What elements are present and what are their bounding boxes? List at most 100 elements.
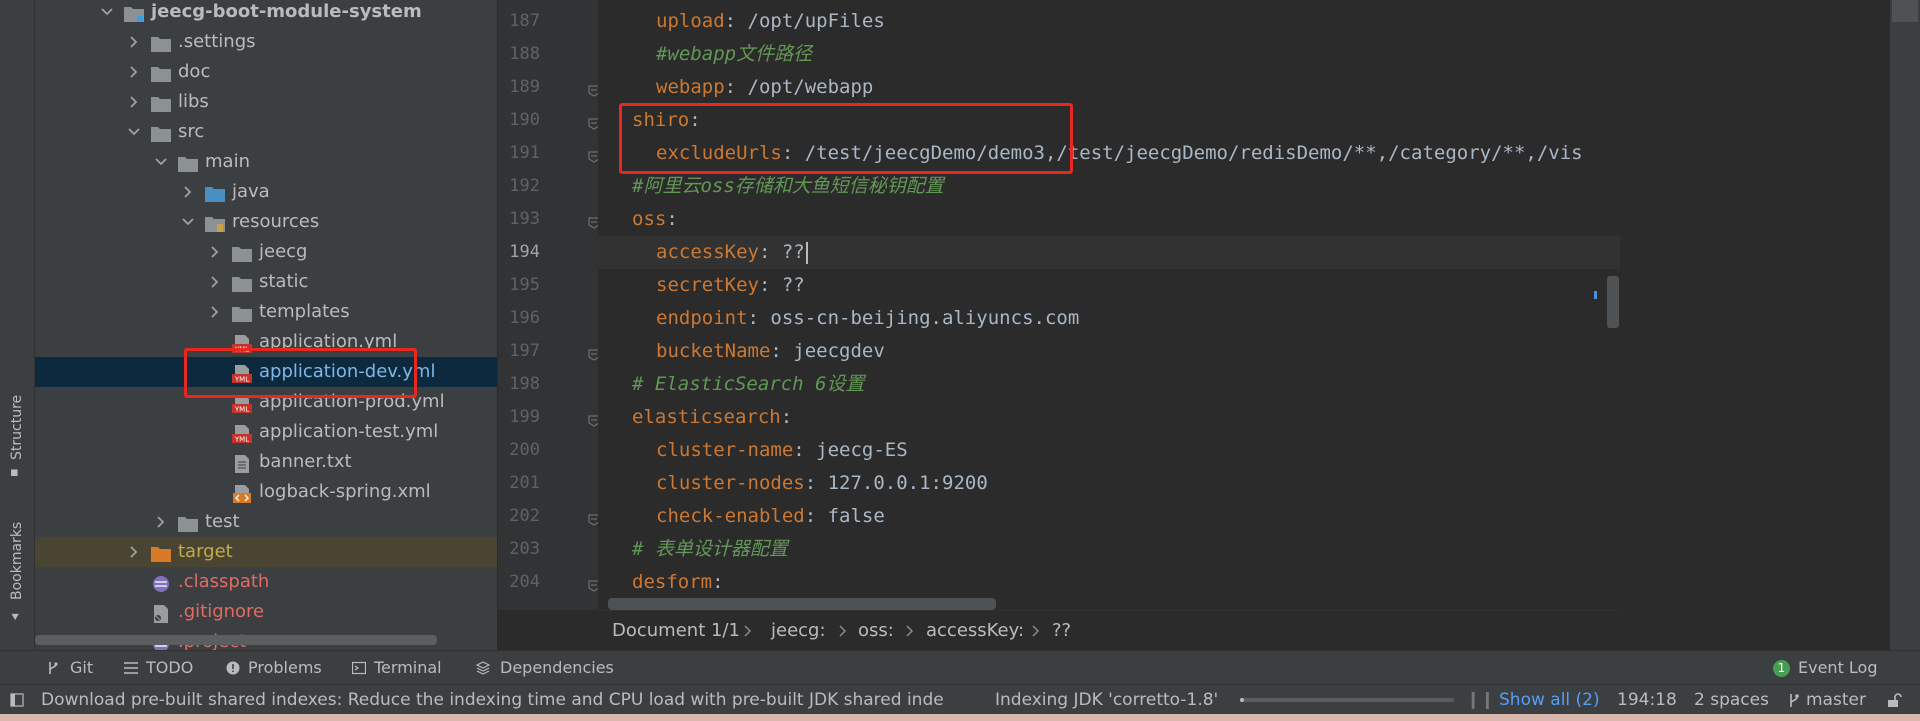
chevron-right-icon[interactable] xyxy=(208,297,222,327)
show-all-link[interactable]: Show all (2) xyxy=(1499,685,1600,715)
editor-change-marker xyxy=(1594,291,1597,299)
unlock-icon[interactable] xyxy=(1886,692,1902,708)
git-tab[interactable]: Git xyxy=(70,651,93,685)
chevron-down-icon[interactable] xyxy=(100,0,114,27)
chevron-right-icon[interactable] xyxy=(127,27,141,57)
yaml-colon: : xyxy=(724,76,737,98)
structure-icon[interactable]: ▪ xyxy=(10,466,24,480)
tree-item[interactable]: .gitignore xyxy=(35,597,497,627)
chevron-right-icon xyxy=(1032,625,1040,637)
tree-item[interactable]: src xyxy=(35,117,497,147)
chevron-right-icon[interactable] xyxy=(181,177,195,207)
chevron-down-icon[interactable] xyxy=(127,117,141,147)
line-number: 199 xyxy=(509,407,540,427)
editor-scrollbar[interactable] xyxy=(1607,276,1619,328)
code-line[interactable]: check-enabled: false xyxy=(656,500,885,533)
status-toggle-icon[interactable] xyxy=(10,693,24,707)
tree-item[interactable]: resources xyxy=(35,207,497,237)
code-line[interactable]: oss: xyxy=(632,203,678,236)
code-line[interactable]: # ElasticSearch 6设置 xyxy=(632,368,864,401)
chevron-right-icon[interactable] xyxy=(208,237,222,267)
tree-item[interactable]: static xyxy=(35,267,497,297)
yaml-colon: : xyxy=(747,307,759,329)
yaml-key: bucketName xyxy=(656,340,771,362)
tree-item-label: main xyxy=(205,151,250,172)
chevron-down-icon[interactable] xyxy=(181,207,195,237)
tree-item[interactable]: jeecg-boot-module-system xyxy=(35,0,497,27)
line-number: 191 xyxy=(509,143,540,163)
chevron-right-icon[interactable] xyxy=(127,87,141,117)
tree-item[interactable]: test xyxy=(35,507,497,537)
code-line[interactable]: #阿里云oss存储和大鱼短信秘钥配置 xyxy=(632,170,944,203)
code-line[interactable]: bucketName: jeecgdev xyxy=(656,335,885,368)
tree-item[interactable]: jeecg xyxy=(35,237,497,267)
bookmark-icon[interactable]: ⯆ xyxy=(10,612,24,626)
code-line[interactable]: upload: /opt/upFiles xyxy=(656,5,885,38)
code-line[interactable]: # 表单设计器配置 xyxy=(632,533,788,566)
todo-tab[interactable]: TODO xyxy=(146,651,193,685)
right-tool-button[interactable] xyxy=(1892,0,1918,22)
tree-item-label: .gitignore xyxy=(178,601,265,622)
tree-item[interactable]: templates xyxy=(35,297,497,327)
editor-horizontal-scrollbar[interactable] xyxy=(608,598,996,610)
tree-item[interactable]: doc xyxy=(35,57,497,87)
git-branch[interactable]: master xyxy=(1806,685,1866,715)
dependencies-tab[interactable]: Dependencies xyxy=(500,651,614,685)
code-line[interactable]: cluster-name: jeecg-ES xyxy=(656,434,908,467)
status-message[interactable]: Download pre-built shared indexes: Reduc… xyxy=(41,685,944,715)
pause-icon[interactable]: ❙❙ xyxy=(1466,685,1495,715)
chevron-right-icon[interactable] xyxy=(208,267,222,297)
breadcrumb-item[interactable]: oss: xyxy=(858,611,894,651)
code-line[interactable]: elasticsearch: xyxy=(632,401,792,434)
folder-icon xyxy=(151,93,171,112)
code-line[interactable]: desform: xyxy=(632,566,724,599)
code-line[interactable]: cluster-nodes: 127.0.0.1:9200 xyxy=(656,467,988,500)
folder-icon xyxy=(178,513,198,532)
caret-position[interactable]: 194:18 xyxy=(1617,685,1677,715)
tree-item[interactable]: .classpath xyxy=(35,567,497,597)
folder-icon xyxy=(232,243,252,262)
breadcrumb-item[interactable]: jeecg: xyxy=(771,611,826,651)
yaml-colon: : xyxy=(804,505,817,527)
structure-tab[interactable]: Structure xyxy=(9,395,25,460)
chevron-right-icon[interactable] xyxy=(127,537,141,567)
folder-icon xyxy=(178,153,198,172)
code-line[interactable]: secretKey: ?? xyxy=(656,269,805,302)
tree-item[interactable]: java xyxy=(35,177,497,207)
yaml-colon: : xyxy=(666,208,678,230)
chevron-right-icon[interactable] xyxy=(154,507,168,537)
chevron-right-icon xyxy=(906,625,914,637)
tree-item-label: src xyxy=(178,121,205,142)
tree-item[interactable]: .settings xyxy=(35,27,497,57)
code-editor[interactable]: upload: /opt/upFiles #webapp文件路径 webapp: /… xyxy=(598,0,1620,610)
tree-item[interactable]: logback-spring.xml xyxy=(35,477,497,507)
terminal-tab[interactable]: Terminal xyxy=(374,651,442,685)
breadcrumb-item[interactable]: ?? xyxy=(1052,611,1071,651)
tree-item[interactable]: main xyxy=(35,147,497,177)
problems-tab[interactable]: Problems xyxy=(248,651,322,685)
tree-horizontal-scrollbar[interactable] xyxy=(35,635,437,645)
code-line[interactable]: #webapp文件路径 xyxy=(656,38,812,71)
tree-item[interactable]: YML application-test.yml xyxy=(35,417,497,447)
line-number: 192 xyxy=(509,176,540,196)
event-log-tab[interactable]: Event Log xyxy=(1798,651,1878,685)
breadcrumb-item[interactable]: accessKey: xyxy=(926,611,1024,651)
excluded-folder-icon xyxy=(151,543,171,562)
yaml-key: cluster-name xyxy=(656,439,794,461)
code-line[interactable]: accessKey: ?? xyxy=(656,236,808,269)
code-line[interactable]: endpoint: oss-cn-beijing.aliyuncs.com xyxy=(656,302,1079,335)
tree-item[interactable]: banner.txt xyxy=(35,447,497,477)
tree-item[interactable]: libs xyxy=(35,87,497,117)
chevron-right-icon[interactable] xyxy=(127,57,141,87)
classpath-file-icon xyxy=(151,573,171,592)
yaml-colon: : xyxy=(758,274,771,296)
tree-item-label: resources xyxy=(232,211,320,232)
folder-icon xyxy=(151,63,171,82)
yaml-colon: : xyxy=(780,406,793,428)
chevron-down-icon[interactable] xyxy=(154,147,168,177)
bookmarks-tab[interactable]: Bookmarks xyxy=(9,522,25,600)
tree-item[interactable]: target xyxy=(35,537,497,567)
xml-file-icon xyxy=(232,483,252,503)
code-line[interactable]: webapp: /opt/webapp xyxy=(656,71,873,104)
indent-setting[interactable]: 2 spaces xyxy=(1694,685,1769,715)
